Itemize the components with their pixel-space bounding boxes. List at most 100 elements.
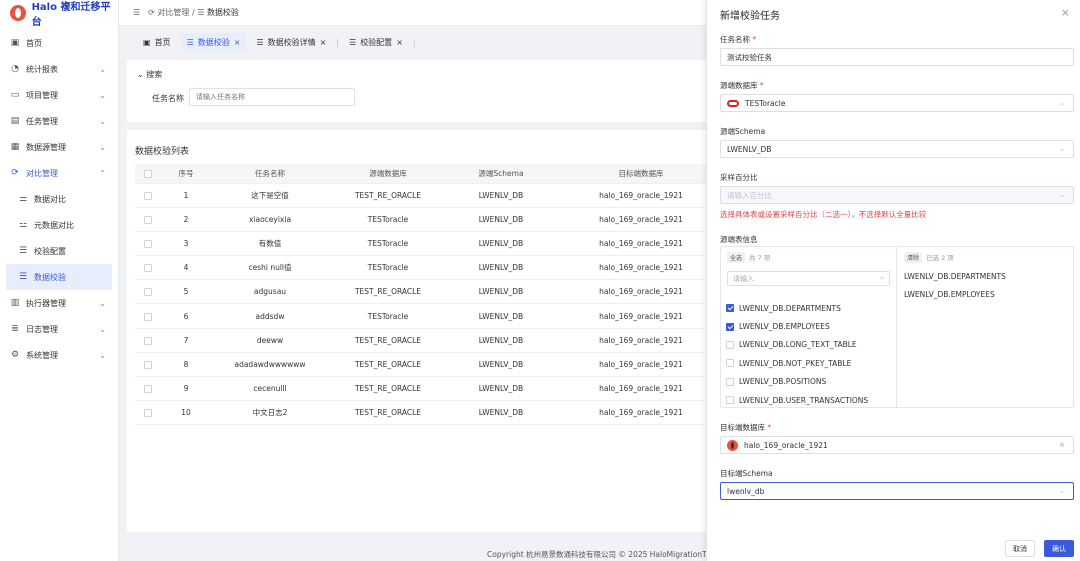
table-row[interactable]: 2 xiaoceyixia TESToracle LWENLV_DB halo_169_… [135,207,727,232]
chevron-up-icon: ⌃ [99,168,106,178]
table-checkbox[interactable] [726,377,734,386]
row-checkbox[interactable] [144,288,152,297]
close-icon[interactable]: × [396,38,403,47]
cancel-button[interactable]: 取消 [1005,540,1035,557]
table-row[interactable]: 8 adadawdwwwwww TEST_RE_ORACLE LWENLV_DB hal… [135,352,727,378]
row-select-cell[interactable] [135,328,161,353]
confirm-button[interactable]: 确认 [1044,540,1074,557]
source-table-item[interactable]: LWENLV_DB.LONG_TEXT_TABLE [721,336,897,354]
close-icon[interactable]: × [234,38,241,47]
sidebar-item-meta-compare[interactable]: ⚍ 元数据对比 [0,212,118,238]
task-name-input[interactable]: 测试校验任务 [720,48,1074,66]
sidebar-item-home[interactable]: ▣ 首页 [0,30,118,56]
select-all-checkbox[interactable] [144,169,152,178]
source-table-item[interactable]: LWENLV_DB.POSITIONS [721,373,897,391]
row-select-cell[interactable] [135,279,161,305]
tab-verify-config[interactable]: ☰ 校验配置 × [343,33,409,51]
row-select-cell[interactable] [135,255,161,281]
table-checkbox[interactable] [726,322,734,331]
close-icon[interactable]: × [320,38,327,47]
sample-percent-label: 采样百分比 [720,173,758,182]
row-checkbox[interactable] [144,239,152,248]
table-cell: halo_169_oracle_1921 [555,328,727,353]
row-select-cell[interactable] [135,352,161,378]
tab-divider: | [336,37,340,47]
table-row[interactable]: 1 这下是空值 TEST_RE_ORACLE LWENLV_DB halo_169_or… [135,183,727,208]
tab-data-verify[interactable]: ☰ 数据校验 × [180,33,247,51]
row-checkbox[interactable] [144,215,152,224]
table-row[interactable]: 4 ceshi null值 TESToracle LWENLV_DB halo_169_… [135,255,727,281]
menu-toggle-icon[interactable]: ☰ [133,8,140,17]
sidebar-item-tasks[interactable]: ▤ 任务管理 ⌄ [0,108,118,134]
sidebar-item-data-verify[interactable]: ☰ 数据校验 [6,264,112,290]
table-checkbox[interactable] [726,396,734,405]
sidebar-item-projects[interactable]: ▭ 项目管理 ⌄ [0,82,118,108]
clear-icon[interactable]: ⊗ [1059,441,1065,449]
table-cell: halo_169_oracle_1921 [555,279,727,305]
tab-verify-detail[interactable]: ☰ 数据校验详情 × [250,33,332,51]
table-row[interactable]: 7 deeww TEST_RE_ORACLE LWENLV_DB halo_169_or… [135,328,727,353]
row-checkbox[interactable] [144,336,152,345]
sidebar-item-compare[interactable]: ⟳ 对比管理 ⌃ [0,160,118,186]
sidebar-item-system[interactable]: ⚙ 系统管理 ⌄ [0,342,118,368]
sidebar-item-verify-config[interactable]: ☰ 校验配置 [0,238,118,264]
database-icon: ▦ [10,142,20,152]
row-select-cell[interactable] [135,376,161,402]
list-icon: ☰ [256,37,264,47]
selected-table-item[interactable]: LWENLV_DB.EMPLOYEES [898,285,1074,303]
row-checkbox[interactable] [144,385,152,394]
select-all-cell[interactable] [135,164,161,184]
task-name-search-input[interactable] [189,88,355,106]
selected-table-item[interactable]: LWENLV_DB.DEPARTMENTS [898,267,1074,285]
app-logo[interactable]: Halo 複和迁移平台 [0,0,118,28]
table-checkbox[interactable] [726,359,734,368]
required-mark: * [759,81,764,90]
row-select-cell[interactable] [135,183,161,208]
source-table-item[interactable]: LWENLV_DB.DEPARTMENTS [721,299,897,317]
chevron-down-icon: ⌄ [1059,191,1065,199]
table-row[interactable]: 9 cecenulll TEST_RE_ORACLE LWENLV_DB halo_16… [135,376,727,402]
source-table-item[interactable]: LWENLV_DB.USER_TRANSACTIONS [721,391,897,409]
select-all-button[interactable]: 全选 [727,251,746,263]
row-checkbox[interactable] [144,264,152,273]
table-row[interactable]: 3 有数值 TESToracle LWENLV_DB halo_169_oracle_1… [135,231,727,257]
source-table-item[interactable]: LWENLV_DB.EMPLOYEES [721,317,897,335]
sidebar-item-data-compare[interactable]: ⚌ 数据对比 [0,186,118,212]
breadcrumb-item[interactable]: 对比管理 [157,8,189,17]
row-checkbox[interactable] [144,191,152,200]
sidebar-item-executors[interactable]: ▥ 执行器管理 ⌄ [0,290,118,316]
table-row[interactable]: 5 adgusau TEST_RE_ORACLE LWENLV_DB halo_169_… [135,279,727,305]
table-checkbox[interactable] [726,340,734,349]
table-cell: LWENLV_DB [447,183,555,208]
search-toggle[interactable]: ⌄ 搜索 [137,69,162,80]
row-select-cell[interactable] [135,303,161,329]
row-select-cell[interactable] [135,231,161,257]
table-cell: xiaoceyixia [211,207,329,232]
source-db-select[interactable]: TESToracle ⌄ [720,94,1074,112]
chevron-down-icon: ⌄ [99,90,106,100]
row-checkbox[interactable] [144,409,152,418]
transfer-search-input[interactable]: 请输入 ⌕ [727,271,890,286]
table-row[interactable]: 6 addsdw TESToracle LWENLV_DB halo_169_oracl… [135,303,727,329]
source-table-item[interactable]: LWENLV_DB.NOT_PKEY_TABLE [721,354,897,372]
sidebar-item-datasources[interactable]: ▦ 数据源管理 ⌄ [0,134,118,160]
sidebar-item-reports[interactable]: ◔ 统计报表 ⌄ [0,56,118,82]
row-select-cell[interactable] [135,207,161,232]
target-schema-select[interactable]: lwenlv_db ⌄ [720,482,1074,500]
compare-icon: ⚍ [18,220,28,230]
sidebar-item-logs[interactable]: ≣ 日志管理 ⌄ [0,316,118,342]
clear-button[interactable]: 清除 [904,251,923,263]
source-schema-select[interactable]: LWENLV_DB ⌄ [720,140,1074,158]
sample-percent-select[interactable]: 请输入百分比 ⌄ [720,186,1074,204]
table-checkbox[interactable] [726,304,734,313]
row-checkbox[interactable] [144,360,152,369]
tab-home[interactable]: ▣ 首页 [137,33,177,51]
sidebar-item-label: 数据对比 [34,194,66,204]
row-checkbox[interactable] [144,312,152,321]
sidebar-item-label: 项目管理 [26,90,58,100]
row-select-cell[interactable] [135,400,161,426]
target-db-select[interactable]: halo_169_oracle_1921 ⊗ [720,436,1074,454]
close-icon[interactable]: × [1061,6,1070,19]
target-schema-label: 目标端Schema [720,469,773,478]
table-row[interactable]: 10 中文日志2 TEST_RE_ORACLE LWENLV_DB halo_169_o… [135,400,727,426]
